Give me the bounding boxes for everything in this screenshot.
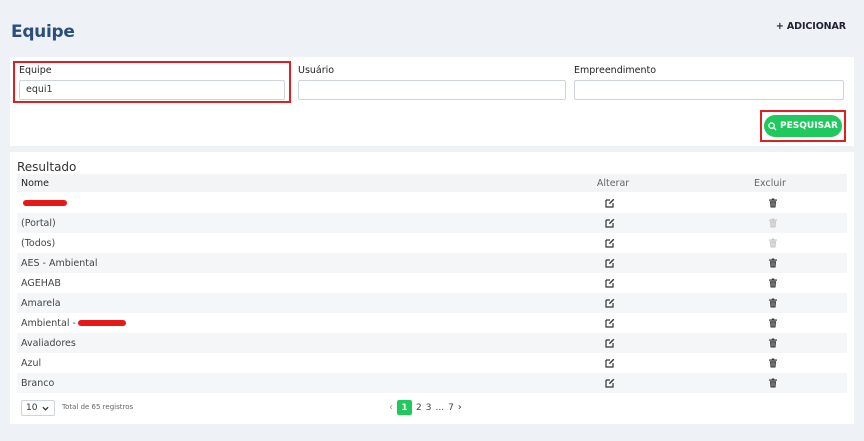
add-button[interactable]: + ADICIONAR: [776, 21, 846, 32]
edit-icon[interactable]: [603, 196, 617, 210]
table-header: Nome Alterar Excluir: [17, 174, 847, 192]
edit-icon[interactable]: [603, 236, 617, 250]
empreendimento-input[interactable]: [574, 80, 844, 100]
trash-icon[interactable]: [766, 296, 780, 310]
row-name-text: Amarela: [21, 297, 61, 309]
row-name: Avaliadores: [17, 338, 580, 349]
table-row: AES - Ambiental: [17, 253, 847, 273]
row-name-text: (Todos): [21, 237, 56, 249]
prev-page-icon[interactable]: ‹: [389, 402, 393, 413]
column-header-name: Nome: [21, 177, 50, 189]
equipe-highlight-box: [13, 61, 291, 103]
next-page-icon[interactable]: ›: [458, 402, 462, 413]
usuario-label: Usuário: [298, 65, 335, 76]
trash-icon[interactable]: [766, 256, 780, 270]
chevron-down-icon: [42, 406, 50, 411]
empreendimento-field-group: Empreendimento: [574, 65, 844, 100]
empreendimento-label: Empreendimento: [574, 65, 657, 76]
page-link[interactable]: 2: [416, 403, 422, 413]
results-table-body: (Portal) (Todos) AES - Ambiental AGEHAB Amar…: [17, 193, 847, 393]
total-records: Total de 65 registros: [62, 403, 134, 411]
page-size-value: 10: [26, 403, 38, 413]
table-row: Azul: [17, 353, 847, 373]
row-name: AGEHAB: [17, 278, 580, 289]
row-name: (Todos): [17, 238, 580, 249]
table-row: Amarela: [17, 293, 847, 313]
usuario-field-group: Usuário: [298, 65, 566, 100]
usuario-input[interactable]: [298, 80, 566, 100]
row-name-text: (Portal): [21, 217, 56, 229]
trash-icon[interactable]: [766, 336, 780, 350]
filter-panel: Equipe equi1 Usuário Empreendimento PESQ…: [10, 57, 854, 146]
row-name: Ambiental -: [17, 318, 580, 329]
page-current[interactable]: 1: [397, 400, 412, 415]
table-row: AGEHAB: [17, 273, 847, 293]
table-row: (Portal): [17, 213, 847, 233]
table-row: (Todos): [17, 233, 847, 253]
results-title: Resultado: [17, 160, 77, 174]
search-button[interactable]: PESQUISAR: [764, 115, 842, 137]
row-name: Branco: [17, 378, 580, 389]
table-footer: 10 Total de 65 registros ‹ 1 2 3... 7 ›: [17, 400, 847, 418]
trash-icon: [766, 236, 780, 250]
redaction-mark: [77, 320, 126, 326]
table-row: Branco: [17, 373, 847, 393]
edit-icon[interactable]: [603, 336, 617, 350]
edit-icon[interactable]: [603, 376, 617, 390]
trash-icon[interactable]: [766, 276, 780, 290]
table-row: [17, 193, 847, 213]
edit-icon[interactable]: [603, 296, 617, 310]
row-name-text: Branco: [21, 377, 55, 389]
edit-icon[interactable]: [603, 356, 617, 370]
page-size-select[interactable]: 10: [21, 400, 55, 416]
edit-icon[interactable]: [603, 316, 617, 330]
row-name-text: AGEHAB: [21, 277, 61, 289]
search-icon: [768, 121, 777, 131]
trash-icon[interactable]: [766, 316, 780, 330]
column-header-delete: Excluir: [754, 177, 786, 189]
page-ellipsis: ...: [435, 402, 445, 413]
page-link[interactable]: 3: [426, 403, 432, 413]
redaction-mark: [23, 200, 67, 206]
row-name: [17, 200, 580, 206]
edit-icon[interactable]: [603, 216, 617, 230]
trash-icon[interactable]: [766, 196, 780, 210]
row-name-text: AES - Ambiental: [21, 257, 98, 269]
edit-icon[interactable]: [603, 256, 617, 270]
search-button-label: PESQUISAR: [780, 121, 838, 131]
row-name-text: Avaliadores: [21, 337, 76, 349]
trash-icon: [766, 216, 780, 230]
row-name: Azul: [17, 358, 580, 369]
row-name: (Portal): [17, 218, 580, 229]
results-panel: Resultado Nome Alterar Excluir (Portal)(…: [10, 152, 854, 424]
page-title: Equipe: [11, 22, 75, 42]
row-name: AES - Ambiental: [17, 258, 580, 269]
row-name-text: Ambiental -: [21, 317, 76, 329]
page-link[interactable]: 7: [448, 403, 454, 413]
edit-icon[interactable]: [603, 276, 617, 290]
pagination: ‹ 1 2 3... 7 ›: [389, 400, 462, 415]
trash-icon[interactable]: [766, 356, 780, 370]
table-row: Avaliadores: [17, 333, 847, 353]
table-row: Ambiental -: [17, 313, 847, 333]
row-name: Amarela: [17, 298, 580, 309]
trash-icon[interactable]: [766, 376, 780, 390]
column-header-edit: Alterar: [596, 177, 630, 189]
row-name-text: Azul: [21, 357, 42, 369]
